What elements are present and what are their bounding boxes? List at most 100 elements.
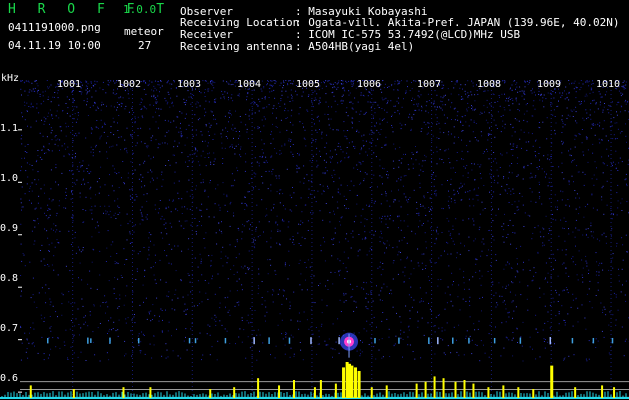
noise-speckle bbox=[100, 119, 102, 121]
meteor-echo bbox=[428, 337, 430, 344]
noise-speckle bbox=[511, 172, 513, 174]
noise-speckle bbox=[507, 233, 509, 235]
noise-speckle bbox=[41, 287, 43, 289]
signal-peak bbox=[342, 367, 346, 398]
noise-speckle bbox=[148, 80, 150, 82]
noise-speckle bbox=[258, 110, 260, 112]
noise-speckle bbox=[474, 329, 476, 331]
noise-speckle bbox=[284, 262, 286, 264]
noise-speckle bbox=[459, 309, 461, 311]
noise-speckle bbox=[232, 185, 234, 187]
noise-speckle bbox=[165, 222, 167, 224]
noise-speckle bbox=[74, 113, 76, 115]
noise-speckle bbox=[591, 178, 593, 180]
noise-speckle bbox=[375, 358, 377, 360]
noise-speckle bbox=[276, 191, 278, 193]
noise-speckle bbox=[165, 343, 167, 345]
noise-speckle bbox=[347, 130, 349, 131]
noise-speckle bbox=[380, 290, 382, 292]
noise-speckle bbox=[34, 87, 36, 89]
noise-speckle bbox=[503, 223, 505, 225]
noise-speckle bbox=[377, 138, 379, 140]
noise-speckle bbox=[428, 126, 429, 128]
noise-speckle bbox=[178, 180, 180, 182]
noise-speckle bbox=[568, 99, 570, 101]
noise-speckle bbox=[283, 220, 285, 222]
noise-speckle bbox=[395, 335, 397, 337]
noise-speckle bbox=[464, 288, 465, 290]
noise-speckle bbox=[324, 82, 325, 84]
noise-speckle bbox=[21, 166, 22, 168]
noise-speckle bbox=[21, 143, 23, 145]
noise-speckle bbox=[351, 81, 353, 83]
noise-speckle bbox=[306, 174, 308, 176]
noise-speckle bbox=[114, 200, 116, 202]
noise-speckle bbox=[290, 94, 292, 96]
noise-speckle bbox=[257, 126, 259, 128]
noise-speckle bbox=[58, 117, 60, 119]
noise-speckle bbox=[261, 139, 263, 141]
noise-speckle bbox=[255, 226, 257, 228]
noise-speckle bbox=[283, 205, 284, 207]
noise-speckle bbox=[282, 338, 284, 340]
noise-speckle bbox=[343, 251, 345, 253]
meteor-echo bbox=[338, 337, 340, 345]
noise-speckle bbox=[91, 261, 93, 263]
noise-speckle bbox=[333, 169, 335, 171]
noise-speckle bbox=[422, 160, 424, 162]
noise-speckle bbox=[587, 117, 589, 119]
noise-speckle bbox=[140, 127, 142, 129]
noise-speckle bbox=[538, 191, 540, 193]
noise-speckle bbox=[48, 265, 50, 267]
noise-speckle bbox=[181, 135, 183, 137]
noise-speckle bbox=[289, 356, 291, 358]
noise-speckle bbox=[90, 81, 92, 83]
noise-speckle bbox=[334, 227, 336, 229]
noise-speckle bbox=[490, 265, 492, 266]
noise-speckle bbox=[238, 93, 240, 95]
noise-speckle bbox=[561, 119, 563, 121]
noise-speckle bbox=[208, 88, 210, 90]
noise-speckle bbox=[441, 184, 443, 186]
noise-speckle bbox=[281, 220, 283, 222]
noise-speckle bbox=[268, 170, 270, 172]
noise-speckle bbox=[256, 104, 258, 106]
noise-speckle bbox=[360, 163, 362, 165]
noise-speckle bbox=[261, 149, 263, 151]
signal-peak bbox=[357, 371, 361, 398]
noise-speckle bbox=[489, 173, 491, 175]
noise-speckle bbox=[392, 306, 394, 308]
noise-speckle bbox=[227, 311, 229, 313]
noise-speckle bbox=[583, 119, 585, 121]
noise-speckle bbox=[21, 260, 23, 262]
noise-speckle bbox=[353, 80, 355, 81]
noise-speckle bbox=[534, 227, 536, 229]
noise-speckle bbox=[587, 228, 589, 230]
noise-speckle bbox=[90, 82, 92, 84]
noise-speckle bbox=[20, 359, 22, 361]
noise-speckle bbox=[357, 250, 359, 252]
noise-speckle bbox=[463, 282, 465, 284]
noise-speckle bbox=[136, 270, 138, 272]
noise-speckle bbox=[447, 134, 449, 136]
noise-speckle bbox=[547, 311, 549, 313]
noise-speckle bbox=[108, 214, 110, 216]
noise-speckle bbox=[278, 102, 280, 104]
noise-speckle bbox=[290, 146, 291, 148]
noise-speckle bbox=[561, 152, 563, 154]
noise-speckle bbox=[510, 267, 512, 269]
noise-speckle bbox=[174, 171, 176, 173]
noise-speckle bbox=[551, 185, 553, 187]
noise-speckle bbox=[622, 244, 624, 246]
noise-speckle bbox=[529, 336, 531, 338]
noise-speckle bbox=[377, 104, 379, 106]
x-tick-label: 1005 bbox=[296, 79, 321, 90]
noise-speckle bbox=[407, 225, 409, 227]
noise-speckle bbox=[224, 91, 226, 93]
noise-speckle bbox=[154, 81, 156, 82]
noise-speckle bbox=[207, 153, 209, 155]
noise-speckle bbox=[343, 195, 345, 197]
noise-speckle bbox=[82, 249, 84, 251]
noise-speckle bbox=[77, 356, 79, 358]
noise-speckle bbox=[339, 193, 341, 195]
